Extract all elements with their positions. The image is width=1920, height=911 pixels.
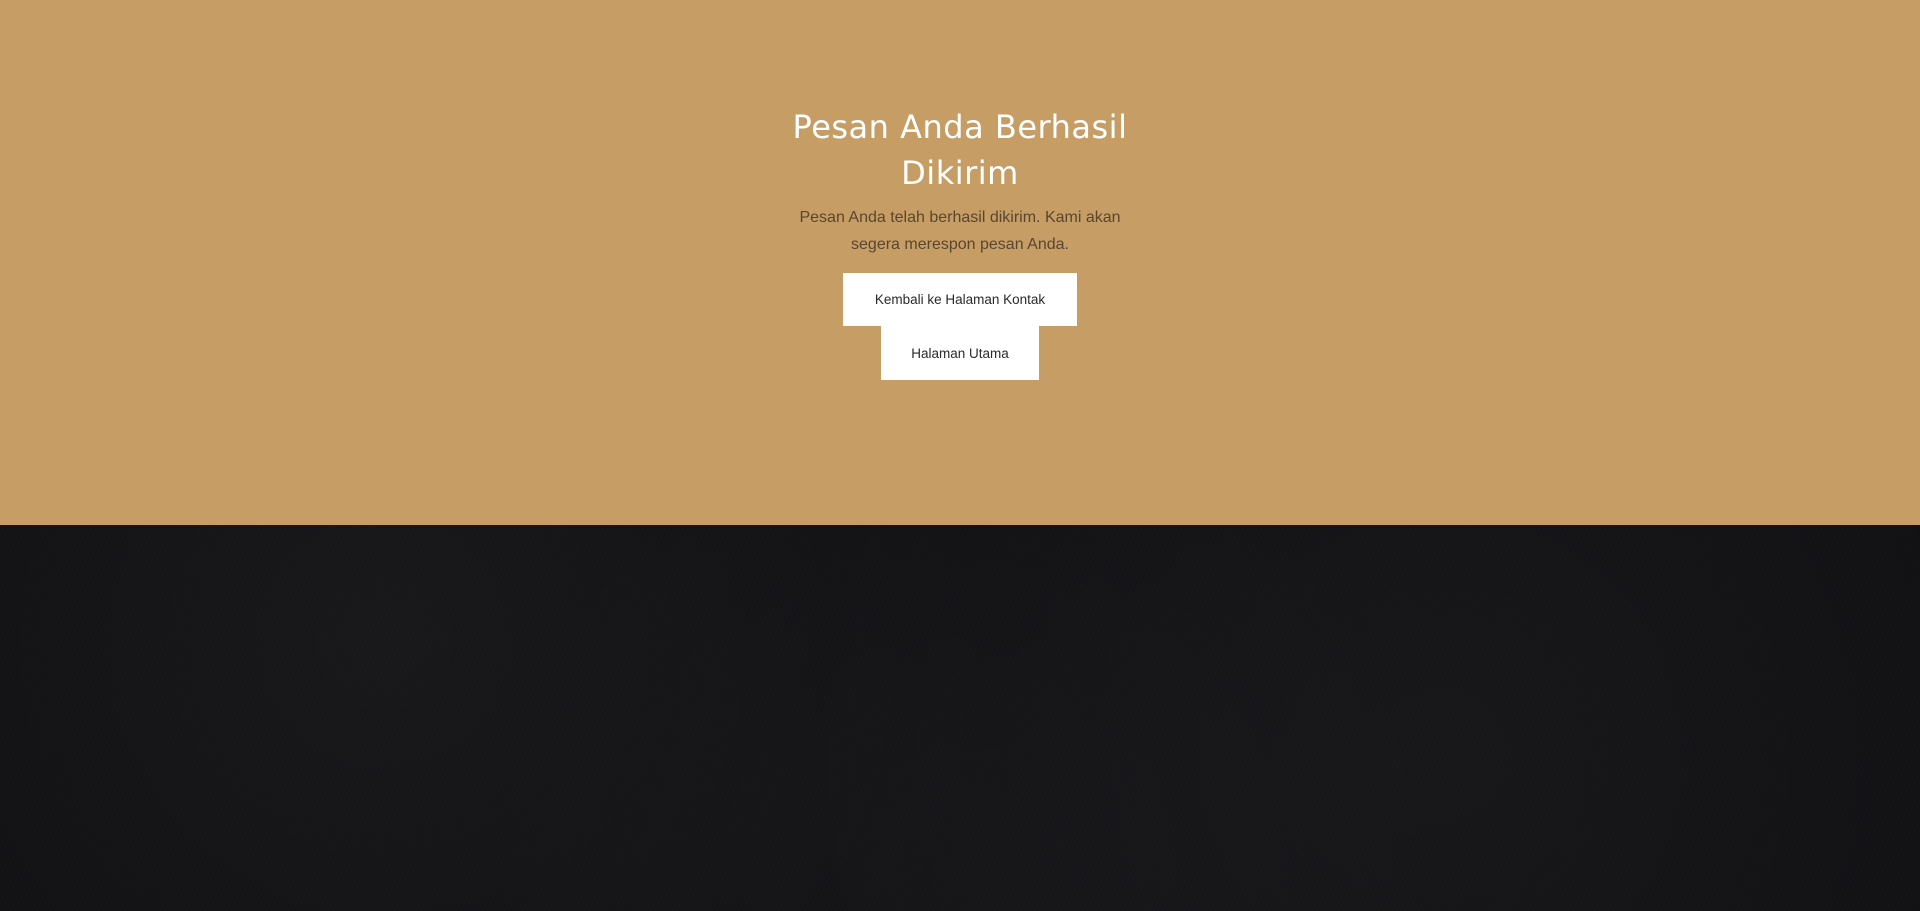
dark-textured-footer [0,525,1920,911]
confirmation-hero: Pesan Anda Berhasil Dikirim Pesan Anda t… [0,0,1920,525]
page-title: Pesan Anda Berhasil Dikirim [792,108,1128,192]
confirmation-message: Pesan Anda telah berhasil dikirim. Kami … [799,209,1121,253]
back-to-contact-button[interactable]: Kembali ke Halaman Kontak [843,273,1077,326]
home-page-button[interactable]: Halaman Utama [881,326,1039,380]
